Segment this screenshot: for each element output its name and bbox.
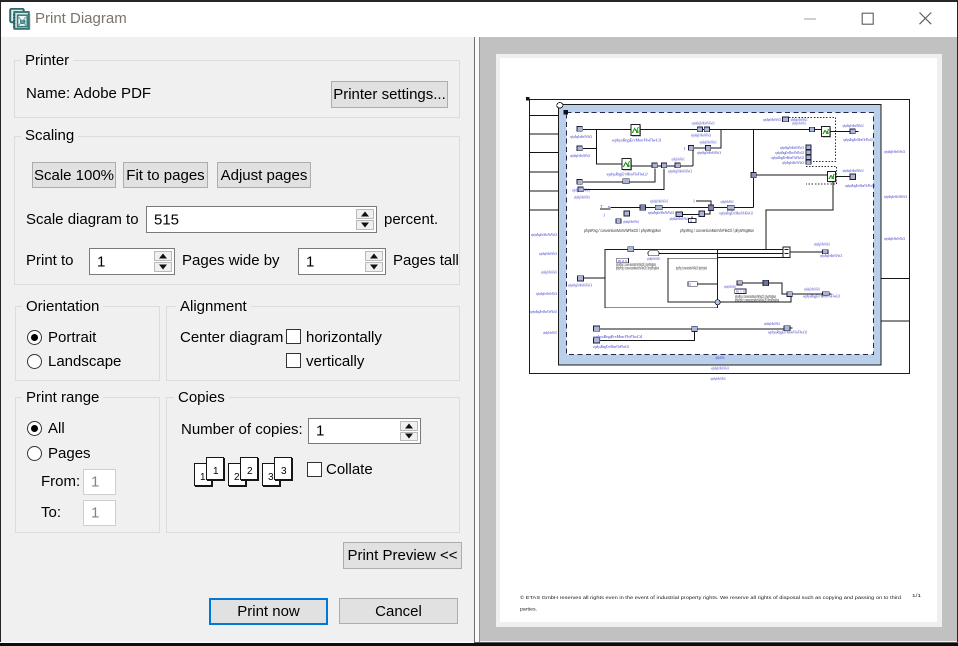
svg-text:wphysRngErrMonVlvFlwCtl: wphysRngErrMonVlvFlwCtl [692, 122, 715, 126]
svg-text:wphysRngErrMonVlvFlwCtl: wphysRngErrMonVlvFlwCtl [593, 335, 642, 339]
svg-text:wphysRngErrMonVlvFlwCtl: wphysRngErrMonVlvFlwCtl [670, 217, 689, 221]
svg-text:physRng / conversionMonVlvFlwC: physRng / conversionMonVlvFlwCtl / physR… [584, 228, 662, 233]
svg-text:wphysRngErrMonVlvFlwCtl: wphysRngErrMonVlvFlwCtl [716, 356, 725, 360]
svg-text:wphysRngErrMonVlvFlwCtl: wphysRngErrMonVlvFlwCtl [721, 200, 734, 204]
svg-text:wphysRngErrMonVlvFlwCtl: wphysRngErrMonVlvFlwCtl [791, 118, 808, 122]
svg-text:wphysRngErrMonVlvFlwCtl: wphysRngErrMonVlvFlwCtl [814, 242, 830, 246]
svg-text:physRng / conversionMonVlvFlwC: physRng / conversionMonVlvFlwCtl / physR… [680, 228, 755, 233]
svg-text:wphysRngErrMonVlvFlwCtl: wphysRngErrMonVlvFlwCtl [530, 310, 557, 314]
svg-text:wphysRngErrMonVlvFlwCtl: wphysRngErrMonVlvFlwCtl [623, 220, 639, 224]
svg-text:wphysRngErrMonVlvFlwCtl: wphysRngErrMonVlvFlwCtl [843, 138, 873, 142]
svg-text:wphysRngErrMonVlvFlwCtl: wphysRngErrMonVlvFlwCtl [884, 237, 905, 241]
svg-text:1: 1 [683, 146, 685, 151]
svg-text:wphysRngErrMonVlvFlwCtl: wphysRngErrMonVlvFlwCtl [691, 134, 711, 138]
svg-text:wphysRngErrMonVlvFlwCtl: wphysRngErrMonVlvFlwCtl [700, 141, 717, 145]
svg-text:wphysRngErrMonVlvFlwCtl: wphysRngErrMonVlvFlwCtl [763, 118, 781, 122]
svg-text:wphysRngErrMonVlvFlwCtl: wphysRngErrMonVlvFlwCtl [884, 150, 905, 154]
svg-text:wphysRngErrMonVlvFlwCtl: wphysRngErrMonVlvFlwCtl [672, 158, 685, 162]
svg-text:wphysRngErrMonVlvFlwCtl: wphysRngErrMonVlvFlwCtl [792, 122, 806, 126]
svg-text:wphysRngErrMonVlvFlwCtl: wphysRngErrMonVlvFlwCtl [804, 288, 820, 292]
svg-text:© ETAS GmbH reserves all right: © ETAS GmbH reserves all rights even in … [520, 594, 901, 600]
svg-text:wphysRngErrMonVlvFlwCtl: wphysRngErrMonVlvFlwCtl [711, 367, 729, 371]
svg-text:wphysRngErrMonVlvFlwCtl: wphysRngErrMonVlvFlwCtl [780, 146, 804, 150]
svg-text:physRng / conversionMonVlvFlwC: physRng / conversionMonVlvFlwCtl / physR… [735, 297, 779, 302]
svg-text:wphysRngErrMonVlvFlwCtl: wphysRngErrMonVlvFlwCtl [775, 151, 804, 155]
svg-text:wphysRngErrMonVlvFlwCtl: wphysRngErrMonVlvFlwCtl [668, 170, 692, 174]
svg-text:wphysRngErrMonVlvFlwCtl: wphysRngErrMonVlvFlwCtl [541, 271, 557, 275]
svg-text:1/1: 1/1 [912, 593, 921, 599]
svg-text:physRng / conversionMonVlvFlwC: physRng / conversionMonVlvFlwCtl / physR… [676, 265, 707, 270]
svg-text:wphysRngErrMonVlvFlwCtl: wphysRngErrMonVlvFlwCtl [771, 156, 804, 160]
svg-text:wphysRngErrMonVlvFlwCtl: wphysRngErrMonVlvFlwCtl [711, 377, 726, 381]
svg-text:wphysRngErrMonVlvFlwCtl: wphysRngErrMonVlvFlwCtl [803, 295, 840, 299]
svg-text:wphysRngErrMonVlvFlwCtl: wphysRngErrMonVlvFlwCtl [539, 252, 557, 256]
svg-text:1: 1 [603, 213, 605, 218]
svg-text:wphysRngErrMonVlvFlwCtl: wphysRngErrMonVlvFlwCtl [724, 285, 736, 289]
svg-text:wphysRngErrMonVlvFlwCtl: wphysRngErrMonVlvFlwCtl [697, 151, 721, 155]
svg-text:wphysRngErrMonVlvFlwCtl: wphysRngErrMonVlvFlwCtl [648, 211, 674, 215]
svg-text:wphysRngErrMonVlvFlwCtl: wphysRngErrMonVlvFlwCtl [543, 331, 557, 335]
svg-text:wphysRngErrMonVlvFlwCtl: wphysRngErrMonVlvFlwCtl [607, 173, 648, 177]
svg-text:parties.: parties. [520, 607, 537, 612]
svg-text:wphysRngErrMonVlvFlwCtl: wphysRngErrMonVlvFlwCtl [647, 257, 660, 261]
svg-text:wphysRngErrMonVlvFlwCtl: wphysRngErrMonVlvFlwCtl [612, 139, 661, 143]
svg-text:1: 1 [689, 282, 691, 286]
svg-text:wphysRngErrMonVlvFlwCtl: wphysRngErrMonVlvFlwCtl [845, 184, 875, 188]
svg-text:wphysRngErrMonVlvFlwCtl: wphysRngErrMonVlvFlwCtl [570, 135, 592, 139]
svg-text:wphysRngErrMonVlvFlwCtl: wphysRngErrMonVlvFlwCtl [536, 292, 557, 296]
svg-text:wphysRngErrMonVlvFlwCtl: wphysRngErrMonVlvFlwCtl [768, 331, 807, 335]
svg-text:wphysRngErrMonVlvFlwCtl: wphysRngErrMonVlvFlwCtl [650, 200, 668, 204]
svg-text:1: 1 [690, 219, 692, 223]
svg-text:wphysRngErrMonVlvFlwCtl: wphysRngErrMonVlvFlwCtl [568, 284, 592, 288]
svg-text:wphysRngErrMonVlvFlwCtl: wphysRngErrMonVlvFlwCtl [570, 154, 590, 158]
svg-text:wphysRngErrMonVlvFlwCtl: wphysRngErrMonVlvFlwCtl [531, 233, 557, 237]
svg-text:wphysRngErrMonVlvFlwCtl: wphysRngErrMonVlvFlwCtl [843, 124, 864, 128]
svg-text:wphysRngErrMonVlvFlwCtl: wphysRngErrMonVlvFlwCtl [820, 254, 842, 258]
svg-text:wphysRngErrMonVlvFlwCtl: wphysRngErrMonVlvFlwCtl [884, 195, 907, 199]
svg-text:wphysRngErrMonVlvFlwCtl: wphysRngErrMonVlvFlwCtl [719, 211, 753, 215]
svg-text:wphysRngErrMonVlvFlwCtl: wphysRngErrMonVlvFlwCtl [764, 322, 780, 326]
svg-text:physRng / conversionMonVlvFlwC: physRng / conversionMonVlvFlwCtl / physR… [616, 266, 659, 271]
svg-text:wphysRngErrMonVlvFlwCtl: wphysRngErrMonVlvFlwCtl [574, 196, 590, 200]
svg-text:wphysRngErrMonVlvFlwCtl: wphysRngErrMonVlvFlwCtl [782, 161, 804, 165]
svg-text:wphysRngErrMonVlvFlwCtl: wphysRngErrMonVlvFlwCtl [593, 345, 629, 349]
svg-text:wphysRngErrMonVlvFlwCtl: wphysRngErrMonVlvFlwCtl [843, 169, 864, 173]
svg-text:1: 1 [693, 198, 695, 203]
